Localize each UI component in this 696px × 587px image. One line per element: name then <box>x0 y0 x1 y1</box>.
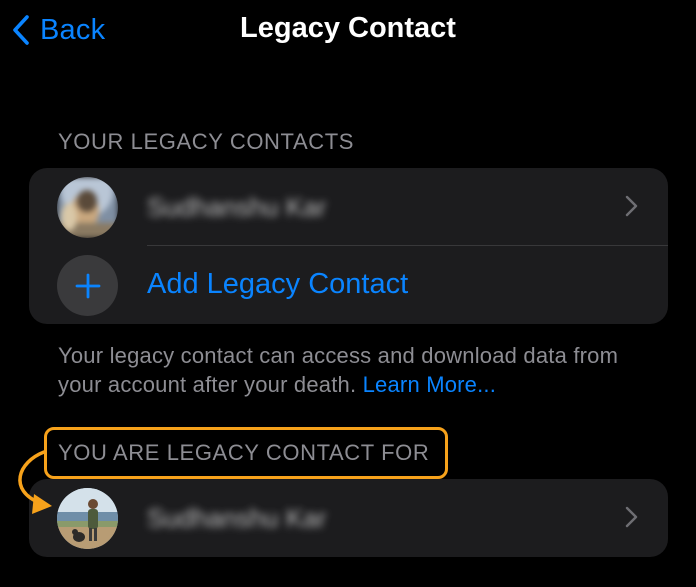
chevron-right-icon <box>625 195 638 222</box>
add-legacy-contact-label: Add Legacy Contact <box>147 268 409 300</box>
description-text: Your legacy contact can access and downl… <box>58 343 619 397</box>
legacy-contacts-group: Sudhanshu Kar Add Legacy Contact <box>29 168 668 324</box>
page-title: Legacy Contact <box>240 12 456 44</box>
legacy-contact-row[interactable]: Sudhanshu Kar <box>29 168 668 246</box>
highlight-annotation-box <box>44 427 448 479</box>
avatar <box>57 177 118 238</box>
avatar <box>57 488 118 549</box>
chevron-right-icon <box>625 506 638 533</box>
legacy-contact-name: Sudhanshu Kar <box>147 192 327 222</box>
legacy-contact-for-row[interactable]: Sudhanshu Kar <box>29 479 668 557</box>
learn-more-link[interactable]: Learn More... <box>363 372 496 397</box>
plus-icon <box>57 255 118 316</box>
add-legacy-contact-button[interactable]: Add Legacy Contact <box>29 246 668 324</box>
section-header-your-legacy-contacts: YOUR LEGACY CONTACTS <box>58 129 355 154</box>
legacy-contact-for-name: Sudhanshu Kar <box>147 503 327 533</box>
legacy-contact-description: Your legacy contact can access and downl… <box>58 341 658 399</box>
legacy-contact-for-group: Sudhanshu Kar <box>29 479 668 557</box>
navigation-bar: Back Legacy Contact <box>0 0 696 62</box>
